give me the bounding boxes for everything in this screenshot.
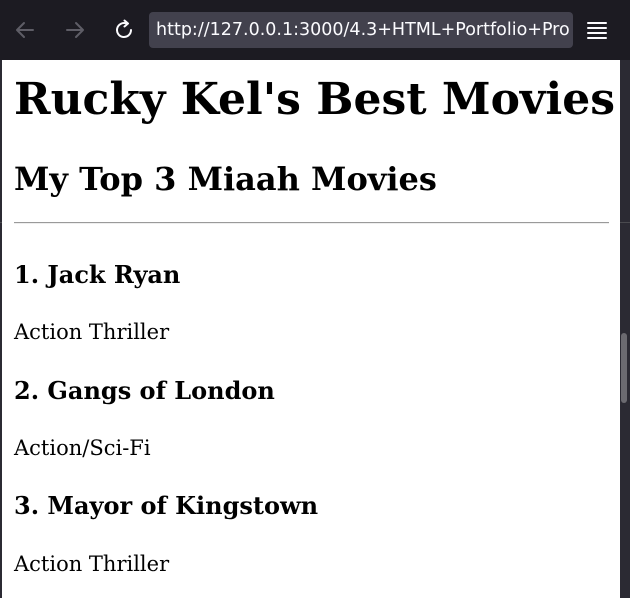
browser-toolbar: http://127.0.0.1:3000/4.3+HTML+Portfolio…	[0, 0, 630, 60]
movie-title-3: 3. Mayor of Kingstown	[14, 491, 319, 520]
forward-button[interactable]	[57, 12, 93, 48]
scrollbar-thumb[interactable]	[621, 333, 627, 403]
url-bar[interactable]: http://127.0.0.1:3000/4.3+HTML+Portfolio…	[149, 12, 573, 48]
movie-genre-2: Action/Sci-Fi	[14, 436, 151, 460]
hamburger-menu-icon	[587, 22, 607, 39]
movie-genre-1: Action Thriller	[14, 320, 170, 344]
page-subtitle: My Top 3 Miaah Movies	[14, 160, 437, 198]
back-button[interactable]	[7, 12, 43, 48]
divider	[14, 222, 609, 224]
arrow-right-icon	[66, 22, 84, 38]
page-viewport: Rucky Kel's Best Movies My Top 3 Miaah M…	[2, 60, 620, 598]
menu-button[interactable]	[579, 12, 615, 48]
movie-title-1: 1. Jack Ryan	[14, 260, 181, 289]
movie-title-2: 2. Gangs of London	[14, 376, 275, 405]
movie-genre-3: Action Thriller	[14, 552, 170, 576]
arrow-left-icon	[16, 22, 34, 38]
url-text[interactable]: http://127.0.0.1:3000/4.3+HTML+Portfolio…	[156, 12, 570, 48]
reload-icon	[116, 19, 133, 39]
page-title: Rucky Kel's Best Movies	[14, 74, 615, 125]
reload-button[interactable]	[106, 12, 142, 48]
